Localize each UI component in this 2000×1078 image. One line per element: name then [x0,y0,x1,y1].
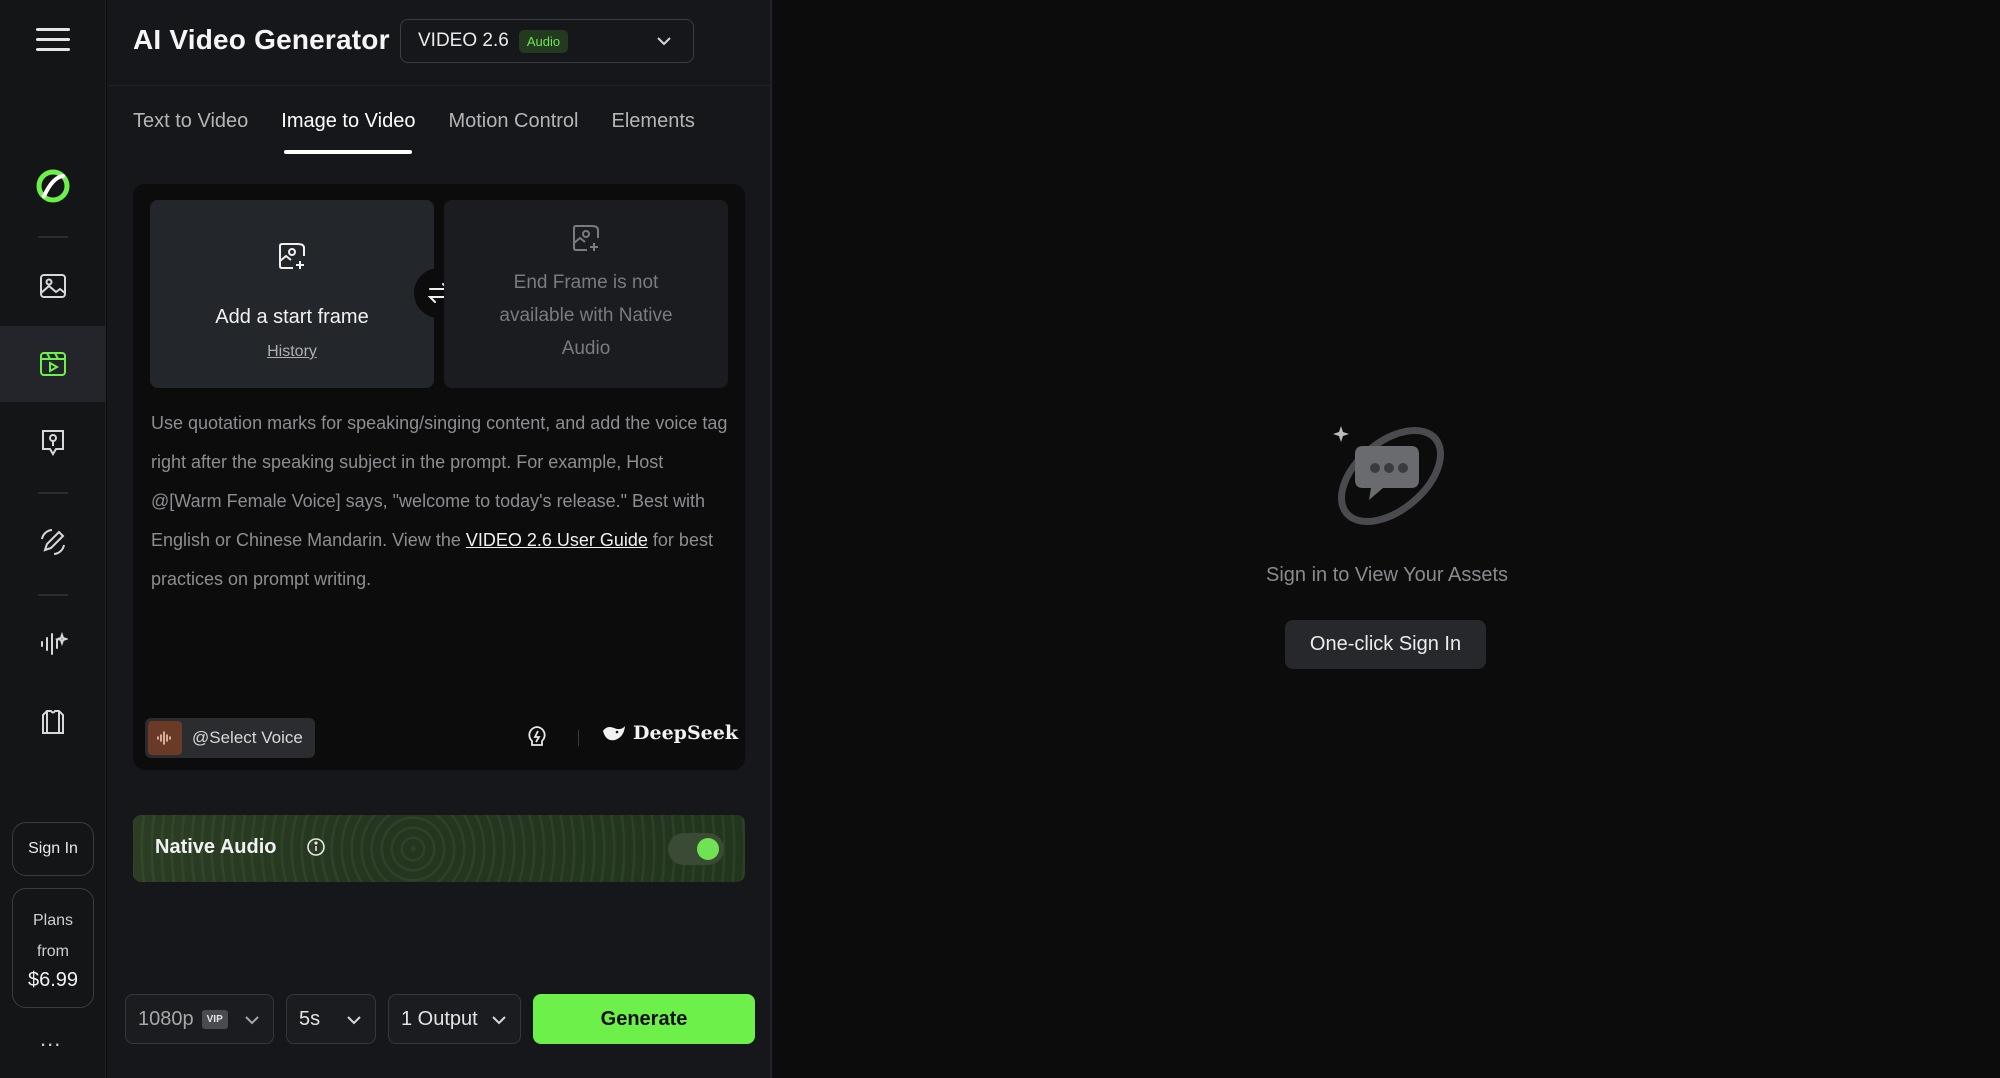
chevron-down-icon [657,37,671,46]
chat-bubble-planet-icon [1333,426,1445,525]
duration-select[interactable]: 5s [286,994,376,1044]
panel-header: AI Video Generator VIDEO 2.6 Audio [107,0,772,86]
toolbar-divider [578,730,579,746]
tab-elements[interactable]: Elements [612,110,695,154]
chevron-down-icon [492,1016,506,1025]
audio-icon[interactable] [0,606,106,682]
resolution-value: 1080p [138,1007,194,1030]
waveform-icon [148,721,182,755]
tab-motion-control[interactable]: Motion Control [448,110,578,154]
edit-icon[interactable] [0,504,106,580]
deepseek-button[interactable]: DeepSeek [601,722,738,744]
plans-button[interactable]: Plans from $6.99 [12,888,94,1008]
chevron-down-icon [347,1016,361,1025]
image-icon[interactable] [0,248,106,324]
plans-from-label: from [37,942,69,960]
end-frame-notice: End Frame is not available with Native A… [499,272,673,359]
prompt-input[interactable]: Use quotation marks for speaking/singing… [151,404,731,599]
info-icon[interactable] [306,837,326,857]
output-count-select[interactable]: 1 Output [388,994,521,1044]
prompt-idea-icon[interactable] [525,724,549,750]
assets-signin-message: Sign in to View Your Assets [1265,564,1508,586]
plans-price: $6.99 [27,968,79,991]
rail-divider [38,492,68,494]
one-click-sign-in-button[interactable]: One-click Sign In [1285,620,1486,669]
shirt-icon[interactable] [0,684,106,760]
tab-text-to-video[interactable]: Text to Video [133,110,248,154]
duration-value: 5s [299,1007,321,1030]
native-audio-toggle[interactable] [668,833,724,865]
app-root: Sign In Plans from $6.99 ... AI Video Ge… [0,0,2000,1078]
start-frame-upload[interactable]: Add a start frame History [150,200,434,388]
native-audio-label: Native Audio [155,836,277,858]
rail-sign-in-button[interactable]: Sign In [12,822,94,876]
video-icon[interactable] [0,326,106,402]
rail-divider [38,236,68,238]
output-count-value: 1 Output [401,1007,478,1030]
plans-label: Plans [32,911,74,929]
end-frame-disabled: End Frame is not available with Native A… [444,200,728,388]
start-frame-label: Add a start frame [215,306,369,328]
native-audio-row: Native Audio [133,815,745,882]
mode-tabs: Text to Video Image to Video Motion Cont… [133,110,728,160]
model-select[interactable]: VIDEO 2.6 Audio [400,19,694,63]
avatar-icon[interactable] [0,404,106,480]
logo-icon[interactable] [0,148,106,224]
deepseek-label: DeepSeek [633,722,739,744]
select-voice-label: @Select Voice [192,728,303,747]
audio-badge: Audio [518,29,569,53]
left-rail: Sign In Plans from $6.99 ... [0,0,106,1078]
more-icon[interactable]: ... [40,1026,61,1052]
assets-area: Sign in to View Your Assets One-click Si… [774,0,2000,1078]
add-image-icon [573,225,599,251]
vip-badge: VIP [201,1009,228,1029]
input-card: Add a start frame History End Frame is n… [133,184,745,770]
toggle-knob [697,838,719,860]
add-image-icon [279,243,305,269]
deepseek-whale-icon [603,726,625,741]
resolution-select[interactable]: 1080p VIP [125,994,274,1044]
generate-button[interactable]: Generate [533,994,755,1044]
user-guide-link[interactable]: VIDEO 2.6 User Guide [466,530,648,550]
page-title: AI Video Generator [133,24,390,55]
history-link[interactable]: History [150,343,434,361]
select-voice-button[interactable]: @Select Voice [145,718,315,758]
tab-image-to-video[interactable]: Image to Video [281,110,415,154]
generator-panel: AI Video Generator VIDEO 2.6 Audio Text … [107,0,772,1078]
rail-divider [38,594,68,596]
model-name: VIDEO 2.6 [418,30,509,51]
chevron-down-icon [245,1016,259,1025]
menu-icon[interactable] [36,28,70,56]
